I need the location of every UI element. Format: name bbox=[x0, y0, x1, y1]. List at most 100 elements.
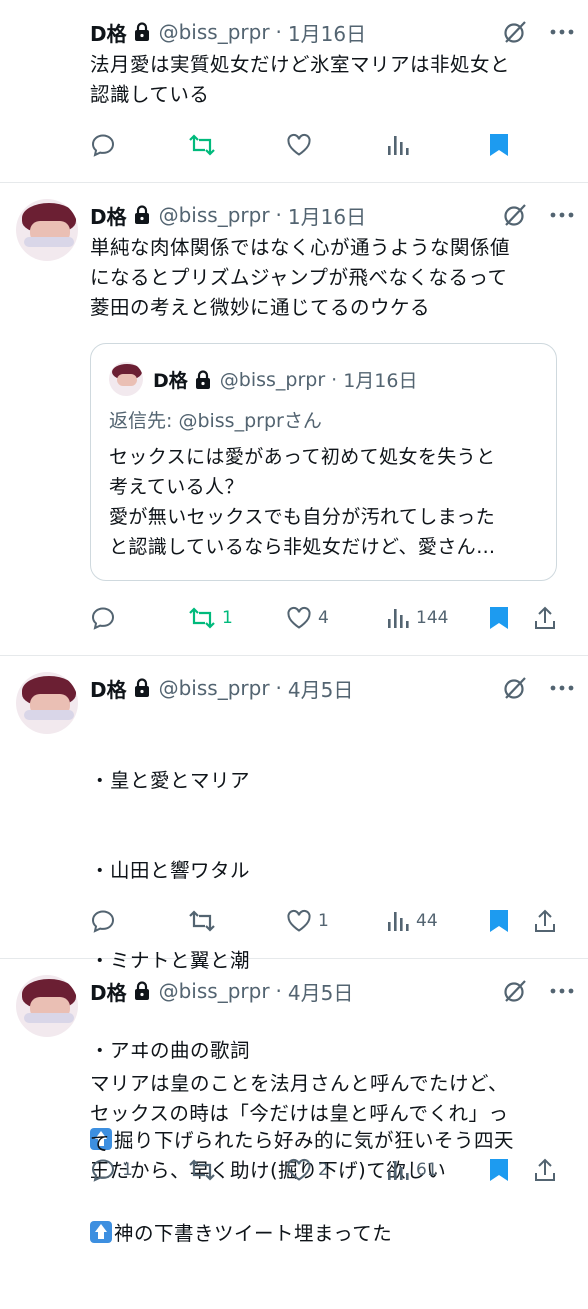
arrow-text: 神の下書きツイート埋まってた bbox=[114, 1222, 393, 1245]
share-icon bbox=[535, 606, 555, 629]
grok-icon[interactable] bbox=[502, 19, 528, 45]
avatar[interactable] bbox=[16, 975, 78, 1037]
reply-button[interactable] bbox=[90, 128, 122, 162]
timestamp[interactable]: 4月5日 bbox=[288, 977, 353, 1006]
share-icon bbox=[535, 909, 555, 932]
like-icon bbox=[287, 133, 311, 156]
share-button[interactable] bbox=[534, 904, 556, 938]
retweet-button[interactable] bbox=[188, 1153, 222, 1187]
views-button[interactable]: 61 bbox=[386, 1153, 438, 1187]
bookmark-button[interactable] bbox=[488, 904, 510, 938]
list-item: ・皇と愛とマリア bbox=[90, 769, 251, 792]
bookmark-icon bbox=[490, 910, 508, 932]
handle[interactable]: @biss_prpr bbox=[159, 979, 270, 1003]
share-icon bbox=[535, 1158, 555, 1181]
views-button[interactable] bbox=[386, 128, 416, 162]
like-count: 2 bbox=[318, 1160, 329, 1180]
view-count: 144 bbox=[416, 608, 449, 628]
grok-icon[interactable] bbox=[502, 202, 528, 228]
tweet-actions: 1 44 bbox=[88, 904, 570, 938]
quoted-text: セックスには愛があって初めて処女を失うと 考えている人？ 愛が無いセックスでも自… bbox=[109, 446, 496, 558]
tweet-actions bbox=[88, 128, 570, 162]
lock-icon bbox=[194, 369, 212, 390]
timestamp[interactable]: 1月16日 bbox=[288, 201, 366, 230]
share-button[interactable] bbox=[534, 1153, 556, 1187]
tweet-1[interactable]: D格 @biss_prpr · 1月16日 法月愛は実質処女だけど氷室マリアは非… bbox=[0, 0, 588, 183]
like-button[interactable]: 1 bbox=[286, 904, 329, 938]
retweet-icon bbox=[189, 134, 215, 156]
avatar[interactable] bbox=[16, 199, 78, 261]
bookmark-icon bbox=[490, 134, 508, 156]
timestamp[interactable]: 4月5日 bbox=[288, 674, 353, 703]
tweet-header: D格 @biss_prpr · 4月5日 bbox=[90, 674, 574, 702]
views-icon bbox=[388, 609, 409, 628]
reply-button[interactable] bbox=[90, 904, 122, 938]
quoted-avatar bbox=[109, 362, 143, 396]
bookmark-icon bbox=[490, 607, 508, 629]
like-icon bbox=[287, 909, 311, 932]
tweet-text: 単純な肉体関係ではなく心が通うような関係値 になるとプリズムジャンプが飛べなくな… bbox=[90, 236, 511, 319]
tweet-4[interactable]: D格 @biss_prpr · 4月5日 マリアは皇のことを法月さんと呼んでたけ… bbox=[0, 959, 588, 1245]
tweet-2[interactable]: D格 @biss_prpr · 1月16日 単純な肉体関係ではなく心が通うような… bbox=[0, 183, 588, 656]
reply-icon bbox=[91, 607, 115, 630]
lock-icon bbox=[133, 678, 151, 698]
lock-icon bbox=[133, 205, 151, 225]
like-icon bbox=[287, 606, 311, 629]
reply-button[interactable]: 1 bbox=[90, 1153, 133, 1187]
display-name[interactable]: D格 bbox=[90, 201, 127, 230]
retweet-icon bbox=[189, 607, 215, 629]
tweet-actions: 1 4 144 bbox=[88, 601, 570, 635]
tweet-text: 法月愛は実質処女だけど氷室マリアは非処女と 認識している bbox=[90, 53, 511, 106]
separator: · bbox=[275, 20, 282, 44]
up-arrow-emoji bbox=[90, 1221, 112, 1243]
bookmark-button[interactable] bbox=[488, 601, 510, 635]
like-button[interactable]: 2 bbox=[286, 1153, 329, 1187]
more-icon[interactable] bbox=[550, 212, 574, 218]
tweet-3[interactable]: D格 @biss_prpr · 4月5日 ・皇と愛とマリア ・山田と響ワタル ・… bbox=[0, 656, 588, 1182]
retweet-button[interactable] bbox=[188, 128, 222, 162]
lock-icon bbox=[133, 22, 151, 42]
views-button[interactable]: 44 bbox=[386, 904, 438, 938]
more-icon[interactable] bbox=[550, 988, 574, 994]
reply-button[interactable] bbox=[90, 601, 122, 635]
reply-icon bbox=[91, 134, 115, 157]
tweet-actions: 1 2 61 bbox=[88, 1153, 570, 1187]
like-button[interactable] bbox=[286, 128, 318, 162]
handle[interactable]: @biss_prpr bbox=[159, 20, 270, 44]
display-name[interactable]: D格 bbox=[90, 977, 127, 1006]
lock-icon bbox=[133, 981, 151, 1001]
like-icon bbox=[287, 1158, 311, 1181]
display-name[interactable]: D格 bbox=[90, 18, 127, 47]
reply-icon bbox=[91, 910, 115, 933]
view-count: 61 bbox=[416, 1160, 438, 1180]
retweet-icon bbox=[189, 910, 215, 932]
handle[interactable]: @biss_prpr bbox=[159, 203, 270, 227]
reply-icon bbox=[91, 1159, 115, 1182]
views-button[interactable]: 144 bbox=[386, 601, 448, 635]
bookmark-button[interactable] bbox=[488, 1153, 510, 1187]
like-button[interactable]: 4 bbox=[286, 601, 329, 635]
grok-icon[interactable] bbox=[502, 675, 528, 701]
reply-count: 1 bbox=[122, 1160, 133, 1180]
grok-icon[interactable] bbox=[502, 978, 528, 1004]
view-count: 44 bbox=[416, 911, 438, 931]
avatar[interactable] bbox=[16, 672, 78, 734]
quoted-tweet[interactable]: D格 @biss_prpr · 1月16日 返信先: @biss_prprさん … bbox=[90, 343, 557, 581]
bookmark-button[interactable] bbox=[488, 128, 510, 162]
retweet-button[interactable]: 1 bbox=[188, 601, 233, 635]
views-icon bbox=[388, 1161, 409, 1180]
handle[interactable]: @biss_prpr bbox=[159, 676, 270, 700]
quoted-reply-to: 返信先: @biss_prprさん bbox=[109, 410, 322, 432]
bookmark-icon bbox=[490, 1159, 508, 1181]
retweet-button[interactable] bbox=[188, 904, 222, 938]
share-button[interactable] bbox=[534, 601, 556, 635]
separator: · bbox=[275, 203, 282, 227]
timestamp[interactable]: 1月16日 bbox=[288, 18, 366, 47]
tweet-text-main: マリアは皇のことを法月さんと呼んでたけど、 セックスの時は「今だけは皇と呼んでく… bbox=[90, 1072, 509, 1155]
views-icon bbox=[388, 912, 409, 931]
more-icon[interactable] bbox=[550, 29, 574, 35]
separator: · bbox=[275, 979, 282, 1003]
more-icon[interactable] bbox=[550, 685, 574, 691]
retweet-icon bbox=[189, 1159, 215, 1181]
display-name[interactable]: D格 bbox=[90, 674, 127, 703]
